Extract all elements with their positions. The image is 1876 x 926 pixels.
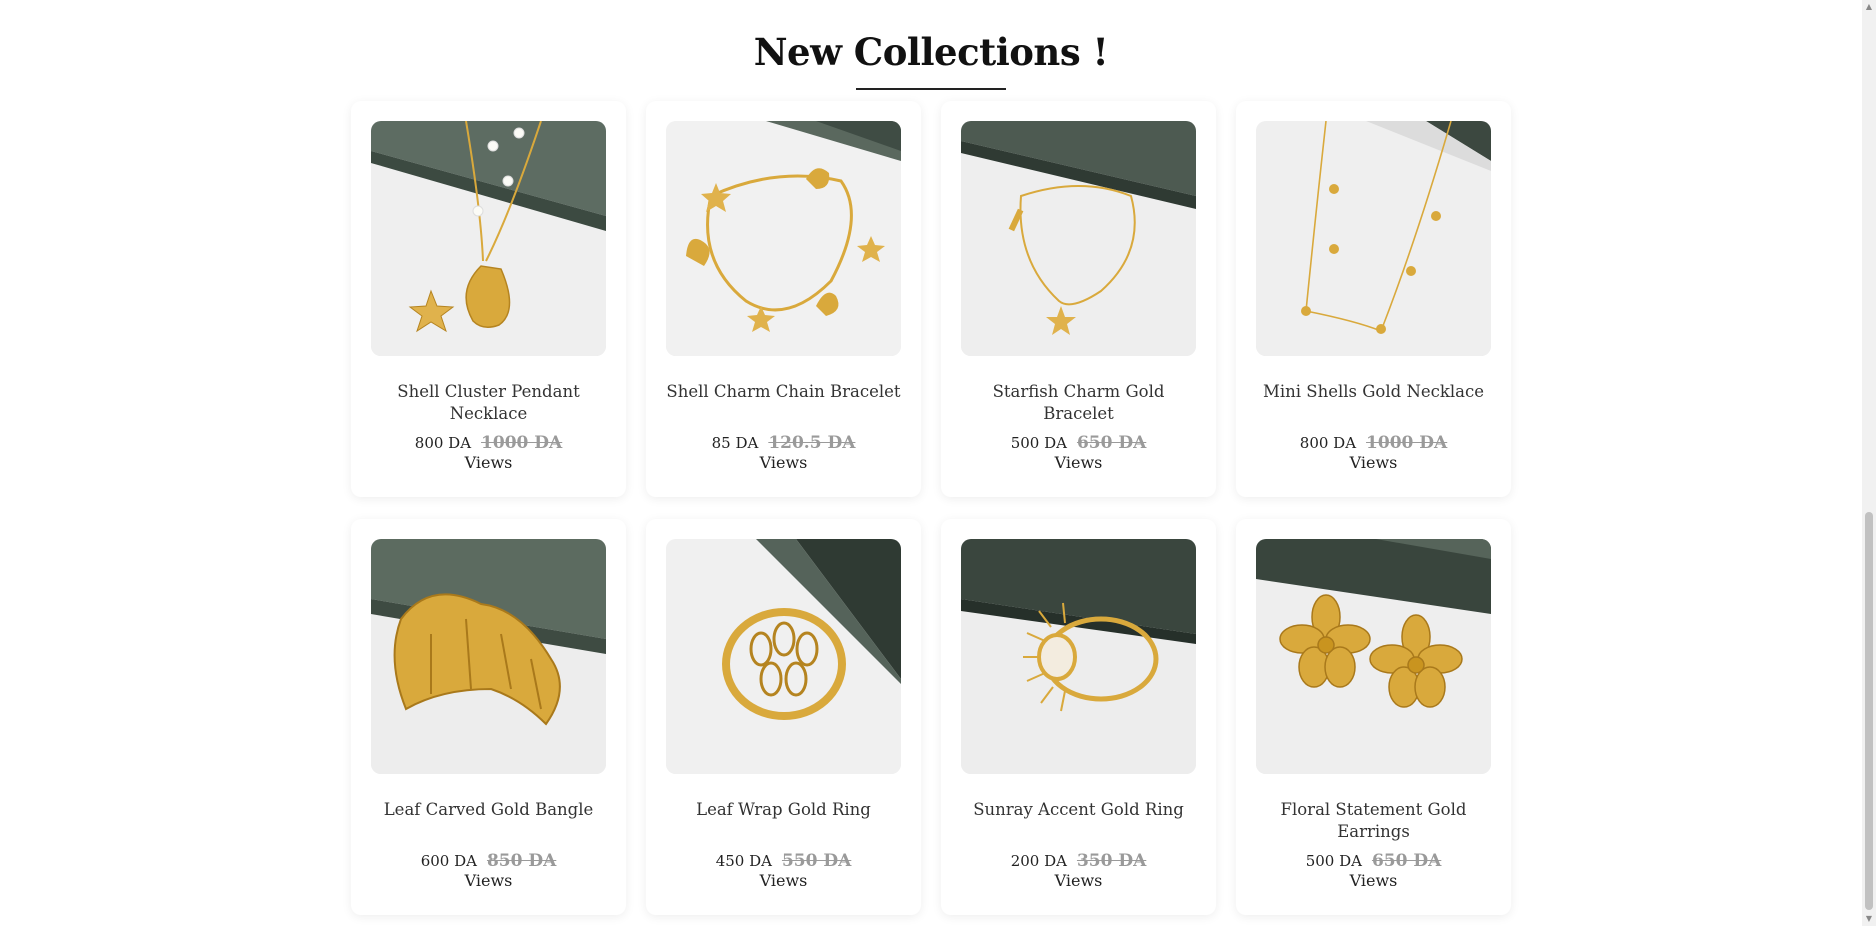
product-grid: Shell Cluster Pendant Necklace 800 DA 10…	[351, 101, 1512, 915]
scroll-down-icon[interactable]: ▼	[1862, 912, 1876, 926]
price-old: 1000 DA	[481, 433, 563, 453]
product-card[interactable]: Leaf Wrap Gold Ring 450 DA 550 DA Views	[646, 519, 921, 915]
price-row: 500 DA 650 DA	[961, 429, 1196, 453]
price-old: 850 DA	[486, 851, 557, 871]
price-current: 85 DA	[711, 434, 759, 452]
sunray-ring-icon[interactable]	[961, 539, 1196, 774]
product-name[interactable]: Mini Shells Gold Necklace	[1256, 381, 1491, 429]
price-row: 200 DA 350 DA	[961, 847, 1196, 871]
product-card[interactable]: Shell Cluster Pendant Necklace 800 DA 10…	[351, 101, 626, 497]
price-current: 600 DA	[420, 852, 477, 870]
views-label: Views	[1349, 453, 1398, 472]
price-current: 500 DA	[1010, 434, 1067, 452]
price-row: 85 DA 120.5 DA	[666, 429, 901, 453]
price-old: 120.5 DA	[768, 433, 856, 453]
title-underline	[856, 88, 1006, 90]
product-card[interactable]: Mini Shells Gold Necklace 800 DA 1000 DA…	[1236, 101, 1511, 497]
product-card[interactable]: Sunray Accent Gold Ring 200 DA 350 DA Vi…	[941, 519, 1216, 915]
floral-earrings-icon[interactable]	[1256, 539, 1491, 774]
leaf-bangle-icon[interactable]	[371, 539, 606, 774]
price-old: 650 DA	[1076, 433, 1147, 453]
product-name[interactable]: Floral Statement Gold Earrings	[1256, 799, 1491, 847]
mini-shells-necklace-icon[interactable]	[1256, 121, 1491, 356]
views-label: Views	[464, 453, 513, 472]
leaf-ring-icon[interactable]	[666, 539, 901, 774]
views-label: Views	[1054, 871, 1103, 890]
price-row: 800 DA 1000 DA	[1256, 429, 1491, 453]
product-name[interactable]: Shell Charm Chain Bracelet	[666, 381, 901, 429]
vertical-scrollbar[interactable]: ▲ ▼	[1862, 0, 1876, 926]
product-card[interactable]: Leaf Carved Gold Bangle 600 DA 850 DA Vi…	[351, 519, 626, 915]
product-name[interactable]: Starfish Charm Gold Bracelet	[961, 381, 1196, 429]
product-name[interactable]: Shell Cluster Pendant Necklace	[371, 381, 606, 429]
shell-bracelet-icon[interactable]	[666, 121, 901, 356]
price-current: 800 DA	[1299, 434, 1357, 452]
price-row: 450 DA 550 DA	[666, 847, 901, 871]
views-label: Views	[1054, 453, 1103, 472]
shell-necklace-icon[interactable]	[371, 121, 606, 356]
product-name[interactable]: Sunray Accent Gold Ring	[961, 799, 1196, 847]
views-label: Views	[1349, 871, 1398, 890]
price-old: 350 DA	[1076, 851, 1147, 871]
price-row: 600 DA 850 DA	[371, 847, 606, 871]
product-card[interactable]: Floral Statement Gold Earrings 500 DA 65…	[1236, 519, 1511, 915]
price-current: 500 DA	[1305, 852, 1362, 870]
product-card[interactable]: Shell Charm Chain Bracelet 85 DA 120.5 D…	[646, 101, 921, 497]
section-title: New Collections !	[753, 30, 1109, 74]
price-row: 800 DA 1000 DA	[371, 429, 606, 453]
scrollbar-thumb[interactable]	[1865, 512, 1873, 910]
price-current: 200 DA	[1010, 852, 1067, 870]
price-old: 1000 DA	[1366, 433, 1448, 453]
product-card[interactable]: Starfish Charm Gold Bracelet 500 DA 650 …	[941, 101, 1216, 497]
product-name[interactable]: Leaf Carved Gold Bangle	[371, 799, 606, 847]
page: New Collections ! Shell Cluster Pendant …	[0, 0, 1862, 926]
views-label: Views	[759, 453, 808, 472]
price-row: 500 DA 650 DA	[1256, 847, 1491, 871]
price-old: 650 DA	[1371, 851, 1442, 871]
starfish-bracelet-icon[interactable]	[961, 121, 1196, 356]
views-label: Views	[759, 871, 808, 890]
price-current: 450 DA	[715, 852, 772, 870]
price-old: 550 DA	[781, 851, 852, 871]
product-name[interactable]: Leaf Wrap Gold Ring	[666, 799, 901, 847]
scroll-up-icon[interactable]: ▲	[1862, 0, 1876, 14]
price-current: 800 DA	[414, 434, 472, 452]
views-label: Views	[464, 871, 513, 890]
